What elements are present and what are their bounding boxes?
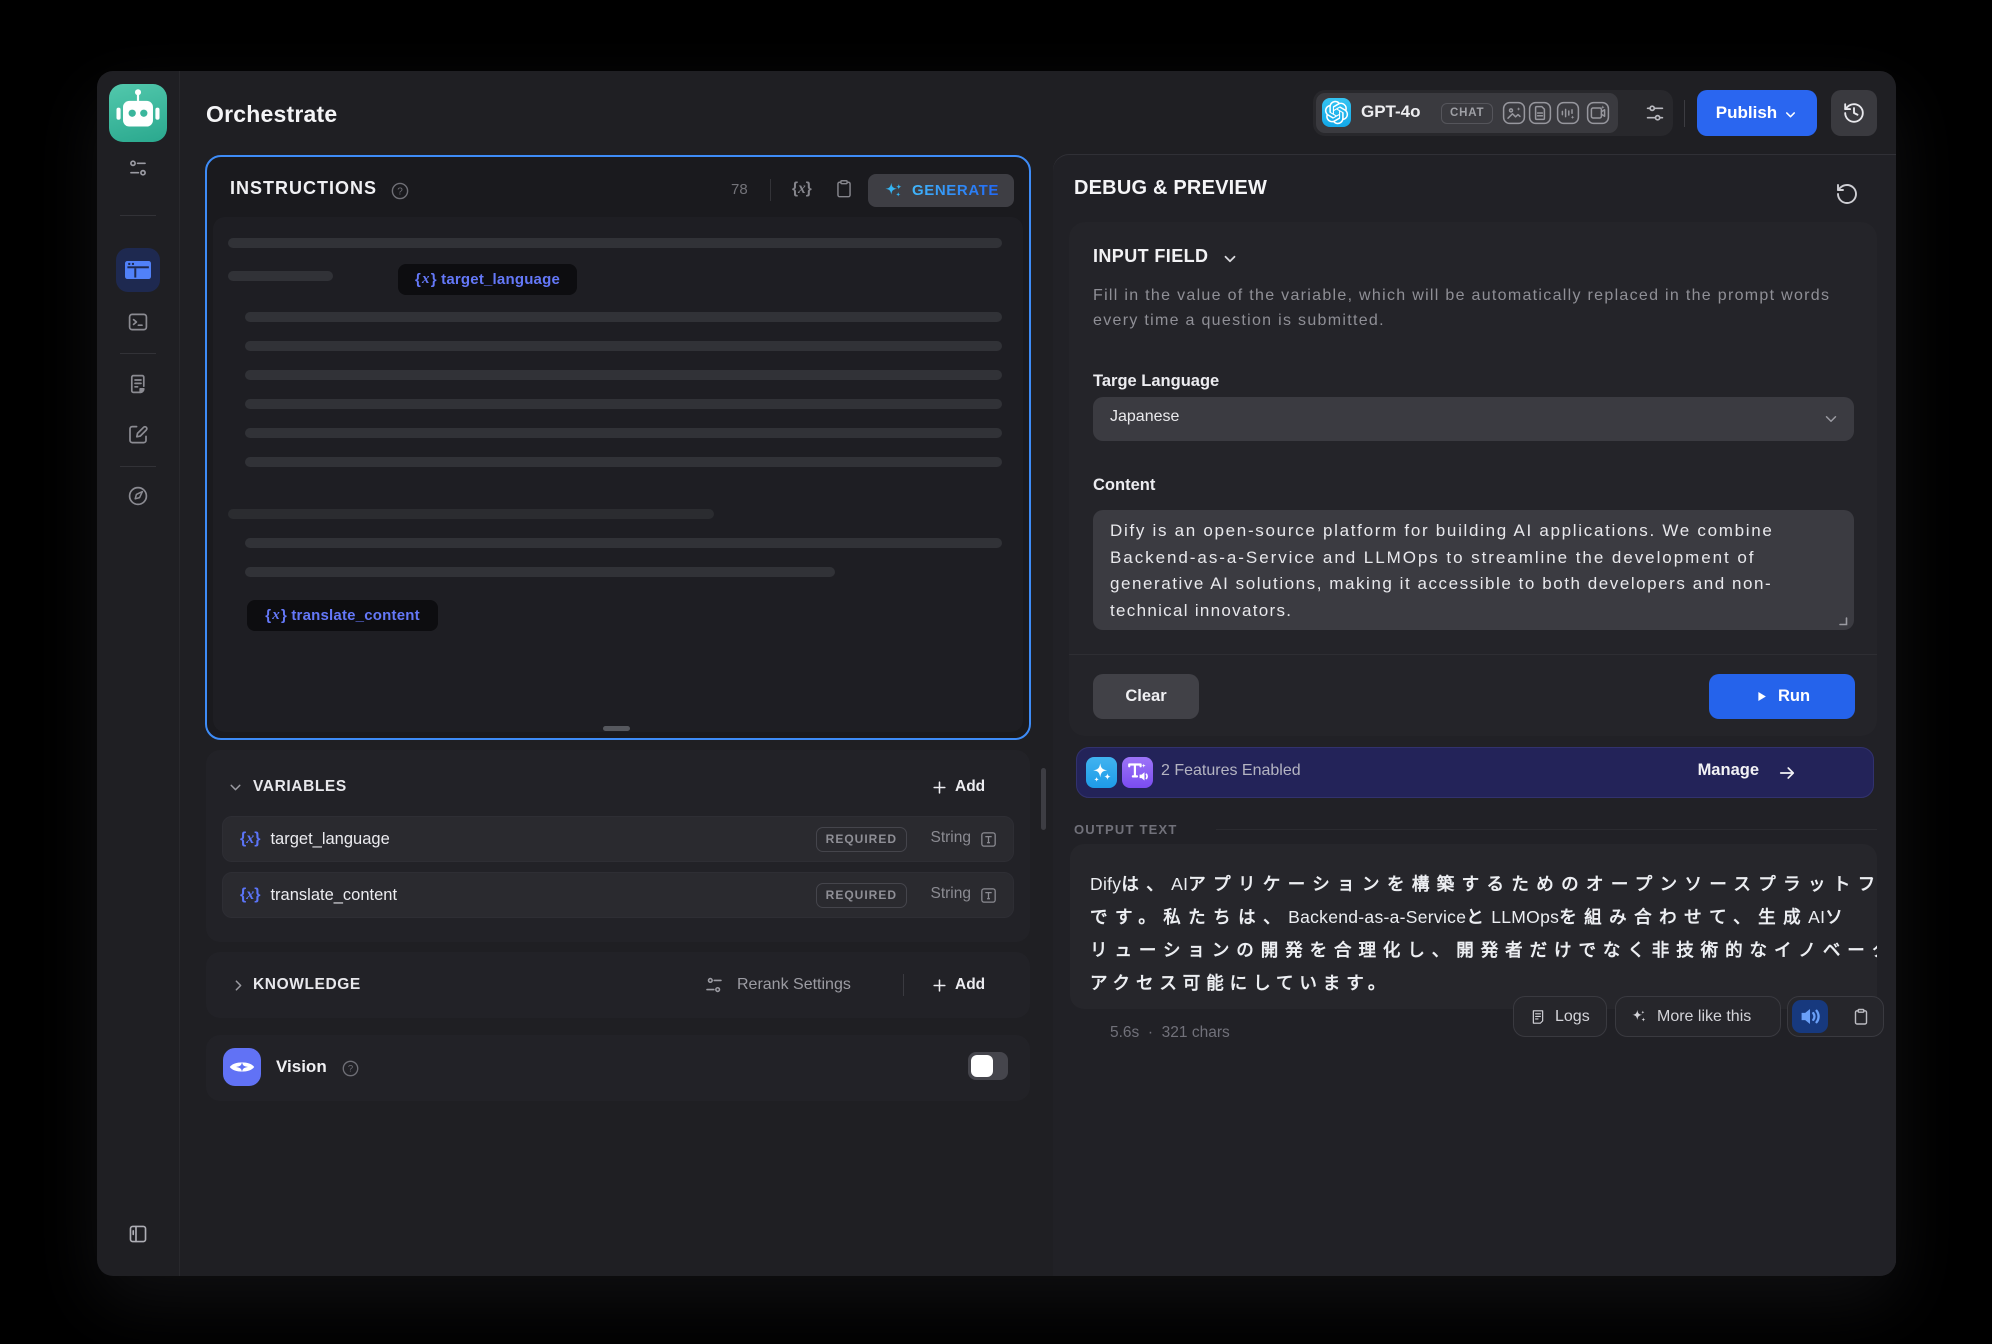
svg-text:?: ? <box>348 1064 353 1075</box>
svg-text:?: ? <box>397 187 403 198</box>
